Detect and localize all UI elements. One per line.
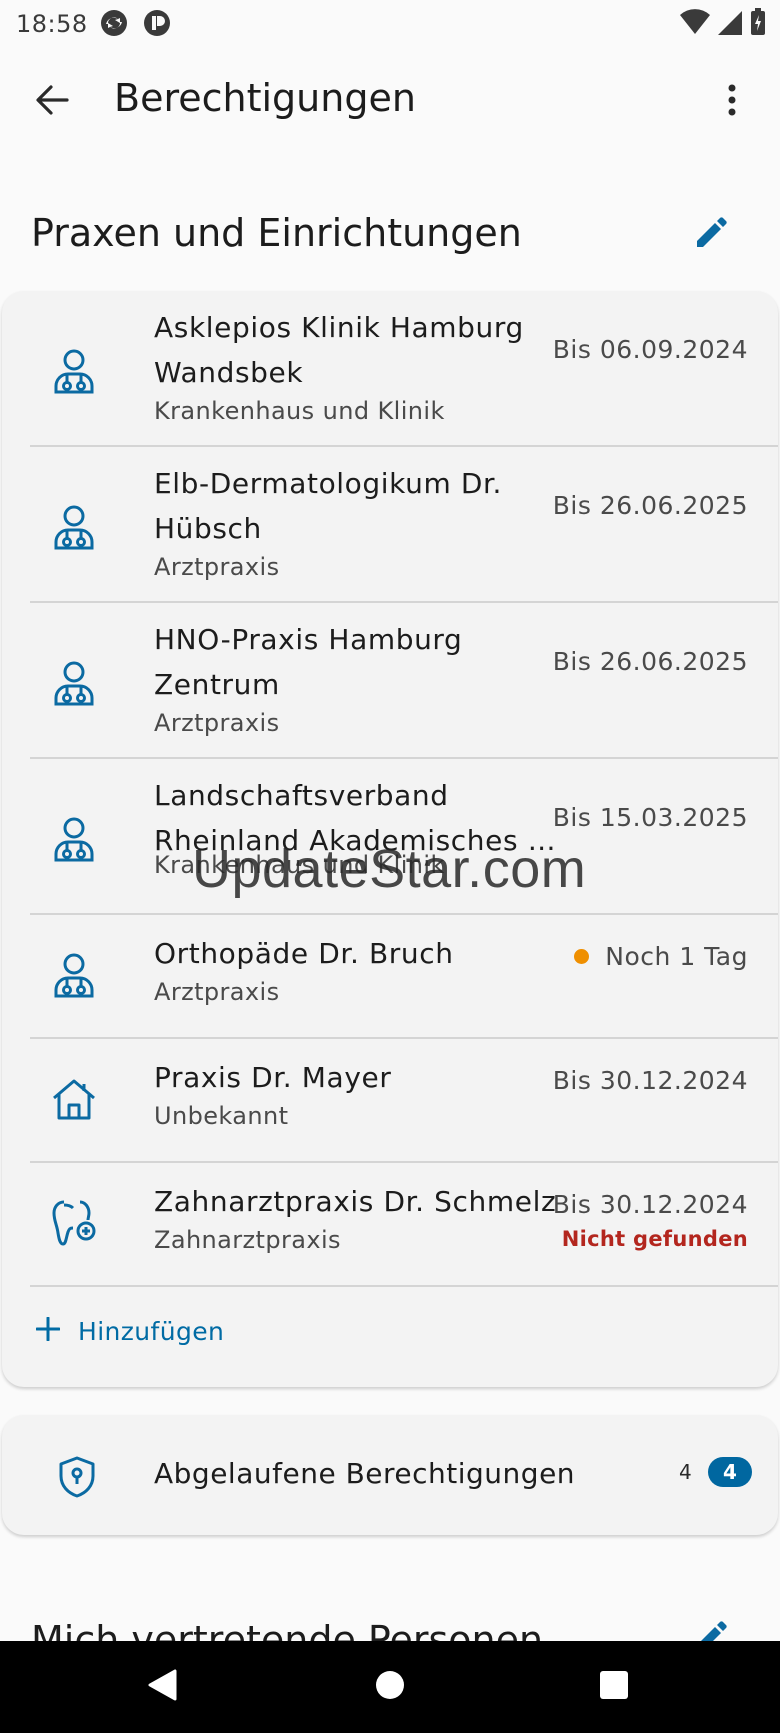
expired-permissions-item[interactable]: Abgelaufene Berechtigungen 4 4 <box>2 1415 778 1535</box>
practice-name: Praxis Dr. Mayer <box>154 1061 392 1094</box>
shield-keyhole-icon <box>55 1455 99 1499</box>
add-label: Hinzufügen <box>78 1317 225 1346</box>
app-bar: Berechtigungen <box>0 46 780 154</box>
practice-date: Bis 30.12.2024 <box>552 1066 748 1095</box>
expired-count: 4 <box>679 1460 692 1484</box>
pencil-icon <box>694 214 730 254</box>
practice-name: Orthopäde Dr. Bruch <box>154 937 454 970</box>
practice-row[interactable]: Asklepios Klinik Hamburg Wandsbek Kranke… <box>30 291 778 447</box>
status-bar: 18:58 <box>0 0 780 46</box>
practice-date: Noch 1 Tag <box>605 942 748 971</box>
system-nav-bar <box>0 1641 780 1733</box>
practice-type: Arztpraxis <box>154 553 280 581</box>
practice-date: Bis 30.12.2024 <box>552 1190 748 1219</box>
not-found-warning: Nicht gefunden <box>561 1227 748 1251</box>
arrow-back-icon <box>35 85 69 119</box>
section-title-practices: Praxen und Einrichtungen <box>31 211 522 255</box>
nav-recents-button[interactable] <box>592 1665 636 1709</box>
practice-name: HNO-Praxis Hamburg Zentrum <box>154 623 463 701</box>
practice-row[interactable]: HNO-Praxis Hamburg Zentrum Arztpraxis Bi… <box>30 603 778 759</box>
practice-type: Unbekannt <box>154 1102 289 1130</box>
doctor-icon <box>52 815 96 863</box>
status-time: 18:58 <box>16 10 88 38</box>
nav-home-button[interactable] <box>368 1665 412 1709</box>
practice-type: Arztpraxis <box>154 709 280 737</box>
plus-icon <box>35 1316 64 1345</box>
doctor-icon <box>52 951 96 999</box>
signal-icon <box>718 9 742 39</box>
page-title: Berechtigungen <box>114 76 416 120</box>
practice-date: Bis 06.09.2024 <box>552 335 748 364</box>
tooth-icon <box>52 1199 96 1247</box>
practice-type: Arztpraxis <box>154 978 280 1006</box>
more-options-button[interactable] <box>704 74 760 130</box>
back-triangle-icon <box>147 1669 177 1705</box>
recents-square-icon <box>599 1670 629 1704</box>
practice-status: Noch 1 Tag <box>574 942 748 971</box>
expired-badge: 4 <box>708 1457 752 1487</box>
status-dot <box>574 948 590 964</box>
expired-label: Abgelaufene Berechtigungen <box>154 1457 576 1490</box>
practice-type: Krankenhaus und Klinik <box>154 397 445 425</box>
doctor-icon <box>52 347 96 395</box>
more-vert-icon <box>727 84 737 120</box>
practice-name: Zahnarztpraxis Dr. Schmelz <box>154 1185 557 1218</box>
wifi-icon <box>680 9 710 39</box>
practice-date: Bis 26.06.2025 <box>552 647 748 676</box>
practice-name: Landschaftsverband <box>154 779 449 812</box>
practice-date: Bis 26.06.2025 <box>552 491 748 520</box>
nav-back-button[interactable] <box>140 1665 184 1709</box>
doctor-icon <box>52 659 96 707</box>
practice-row[interactable]: Praxis Dr. Mayer Unbekannt Bis 30.12.202… <box>30 1039 778 1163</box>
practices-card: Asklepios Klinik Hamburg Wandsbek Kranke… <box>2 291 778 1387</box>
practice-date: Bis 15.03.2025 <box>552 803 748 832</box>
practice-row[interactable]: Zahnarztpraxis Dr. Schmelz Zahnarztpraxi… <box>30 1163 778 1287</box>
battery-icon <box>750 8 766 40</box>
practice-type: Zahnarztpraxis <box>154 1226 341 1254</box>
back-button[interactable] <box>24 74 80 130</box>
app-notification-icon <box>143 9 171 37</box>
practice-row[interactable]: Elb-Dermatologikum Dr. Hübsch Arztpraxis… <box>30 447 778 603</box>
practice-name: Asklepios Klinik Hamburg Wandsbek <box>154 311 524 389</box>
practice-name: Elb-Dermatologikum Dr. Hübsch <box>154 467 503 545</box>
add-practice-button[interactable]: Hinzufügen <box>2 1287 778 1387</box>
practice-row[interactable]: Orthopäde Dr. Bruch Arztpraxis Noch 1 Ta… <box>30 915 778 1039</box>
practice-row[interactable]: Landschaftsverband Rheinland Akademische… <box>30 759 778 915</box>
doctor-icon <box>52 503 96 551</box>
home-circle-icon <box>375 1670 405 1704</box>
sync-icon <box>100 9 128 37</box>
edit-practices-button[interactable] <box>688 210 736 258</box>
house-icon <box>52 1075 96 1123</box>
